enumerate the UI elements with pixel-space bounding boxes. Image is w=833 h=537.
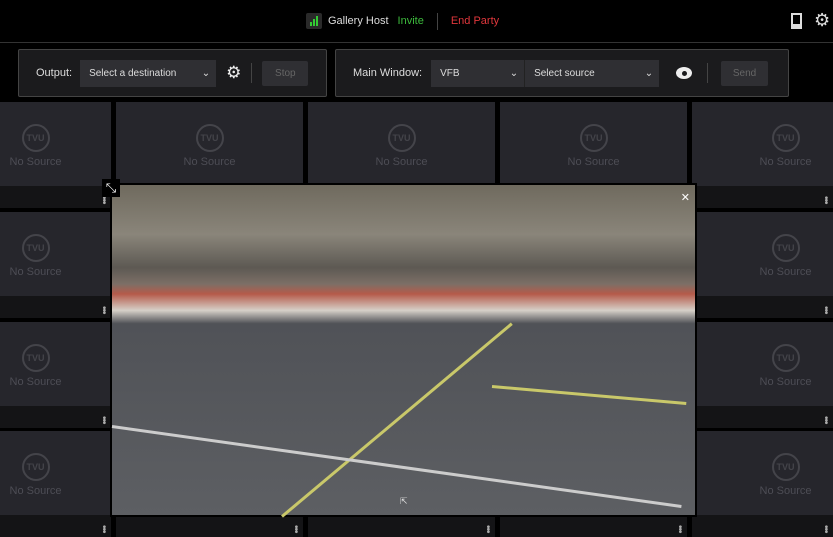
output-settings-icon[interactable]: ⚙ — [226, 63, 241, 83]
source-tile[interactable]: TVU No Source ••• — [0, 322, 111, 428]
tvu-logo-icon: TVU — [579, 124, 608, 152]
no-source-label: No Source — [183, 156, 236, 168]
source-tile[interactable]: TVU No Source ••• — [0, 212, 111, 318]
no-source-label: No Source — [759, 376, 812, 388]
more-options-icon[interactable]: ••• — [98, 306, 109, 314]
more-options-icon[interactable]: ••• — [290, 525, 301, 533]
tile-name-bar: ••• — [500, 515, 687, 537]
tile-name-bar: ••• — [692, 186, 833, 208]
top-bar: Gallery Host Invite End Party ⚙ — [0, 0, 833, 43]
tile-face: TVU No Source — [0, 322, 111, 406]
tile-name-bar: ••• — [692, 296, 833, 318]
more-options-icon[interactable]: ••• — [820, 306, 831, 314]
tile-name-bar: ••• — [0, 296, 111, 318]
divider — [436, 12, 438, 30]
more-options-icon[interactable]: ••• — [820, 525, 831, 533]
tvu-logo-icon: TVU — [21, 124, 50, 152]
source-tile[interactable]: TVU No Source ••• — [692, 431, 833, 537]
tvu-logo-icon: TVU — [771, 234, 800, 262]
no-source-label: No Source — [9, 485, 62, 497]
tile-name-bar: ••• — [0, 406, 111, 428]
phone-icon[interactable] — [791, 13, 802, 29]
tile-name-bar: ••• — [308, 515, 495, 537]
tvu-logo-icon: TVU — [771, 344, 800, 372]
divider — [251, 63, 253, 83]
tile-face: TVU No Source — [692, 322, 833, 406]
more-options-icon[interactable]: ••• — [98, 196, 109, 204]
divider — [707, 63, 709, 83]
more-options-icon[interactable]: ••• — [98, 416, 109, 424]
tvu-logo-icon: TVU — [771, 453, 800, 481]
resize-icon[interactable]: ⤡ — [102, 179, 120, 197]
output-panel: Output: Select a destination ⌄ ⚙ Stop — [18, 49, 327, 97]
tile-face: TVU No Source — [308, 102, 495, 186]
more-options-icon[interactable]: ••• — [98, 525, 109, 533]
source-tile[interactable]: TVU No Source ••• — [692, 322, 833, 428]
stop-button[interactable]: Stop — [262, 60, 309, 86]
tvu-logo-icon: TVU — [195, 124, 224, 152]
more-options-icon[interactable]: ••• — [482, 525, 493, 533]
video-frame — [111, 185, 695, 518]
host-label: Gallery Host — [328, 15, 389, 27]
main-window-panel: Main Window: VFB ⌄ Select source ⌄ Send — [335, 49, 789, 97]
no-source-label: No Source — [759, 156, 812, 168]
no-source-label: No Source — [759, 485, 812, 497]
tile-face: TVU No Source — [116, 102, 303, 186]
tile-face: TVU No Source — [500, 102, 687, 186]
destination-select[interactable]: Select a destination ⌄ — [80, 59, 217, 87]
tile-face: TVU No Source — [0, 431, 111, 515]
no-source-label: No Source — [375, 156, 428, 168]
main-video-window[interactable]: ✕ ⇱ — [110, 183, 697, 518]
source-tile[interactable]: TVU No Source ••• — [0, 102, 111, 208]
tile-face: TVU No Source — [0, 102, 111, 186]
tile-name-bar: ••• — [0, 186, 111, 208]
tvu-logo-icon: TVU — [21, 234, 50, 262]
tile-name-bar: ••• — [116, 515, 303, 537]
tile-name-bar: ••• — [692, 406, 833, 428]
tile-face: TVU No Source — [692, 212, 833, 296]
no-source-label: No Source — [9, 266, 62, 278]
source-tile[interactable]: TVU No Source ••• — [0, 431, 111, 537]
tvu-logo-icon: TVU — [771, 124, 800, 152]
tvu-logo-icon: TVU — [21, 453, 50, 481]
more-options-icon[interactable]: ••• — [674, 525, 685, 533]
send-button[interactable]: Send — [721, 60, 769, 86]
invite-button[interactable]: Invite — [398, 15, 424, 27]
no-source-label: No Source — [9, 376, 62, 388]
chevron-down-icon: ⌄ — [201, 67, 211, 79]
chevron-down-icon: ⌄ — [644, 67, 654, 79]
mode-select[interactable]: VFB ⌄ — [431, 59, 525, 87]
more-options-icon[interactable]: ••• — [820, 196, 831, 204]
mode-value: VFB — [440, 67, 460, 79]
tile-face: TVU No Source — [0, 212, 111, 296]
tvu-logo-icon: TVU — [21, 344, 50, 372]
close-icon[interactable]: ✕ — [681, 191, 690, 204]
preview-eye-icon[interactable] — [676, 67, 693, 79]
tvu-logo-icon: TVU — [387, 124, 416, 152]
tile-face: TVU No Source — [692, 102, 833, 186]
popout-icon[interactable]: ⇱ — [400, 496, 408, 507]
tile-name-bar: ••• — [0, 515, 111, 537]
end-party-button[interactable]: End Party — [451, 15, 499, 27]
source-tile[interactable]: TVU No Source ••• — [692, 102, 833, 208]
source-select[interactable]: Select source ⌄ — [524, 59, 660, 87]
source-value: Select source — [534, 67, 595, 79]
tile-face: TVU No Source — [692, 431, 833, 515]
signal-icon — [306, 13, 322, 29]
source-tile[interactable]: TVU No Source ••• — [692, 212, 833, 318]
no-source-label: No Source — [759, 266, 812, 278]
more-options-icon[interactable]: ••• — [820, 416, 831, 424]
no-source-label: No Source — [567, 156, 620, 168]
main-window-label: Main Window: — [353, 67, 423, 79]
output-label: Output: — [36, 67, 73, 79]
no-source-label: No Source — [9, 156, 62, 168]
gear-icon[interactable]: ⚙ — [814, 10, 830, 31]
tile-name-bar: ••• — [692, 515, 833, 537]
destination-value: Select a destination — [89, 67, 177, 79]
chevron-down-icon: ⌄ — [509, 67, 519, 79]
